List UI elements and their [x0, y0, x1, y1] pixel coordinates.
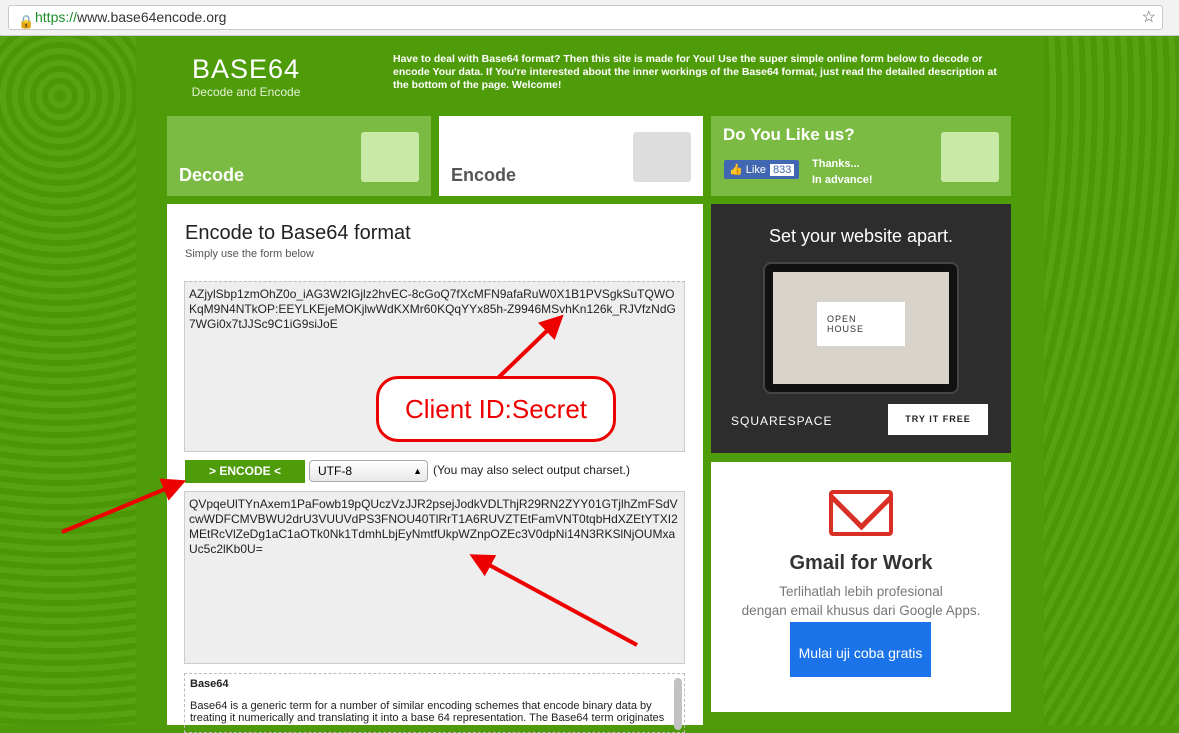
arrow-to-output	[469, 554, 638, 647]
arrow-to-button	[61, 478, 187, 534]
annotation-arrows	[61, 314, 638, 647]
arrow-to-input	[496, 314, 564, 380]
